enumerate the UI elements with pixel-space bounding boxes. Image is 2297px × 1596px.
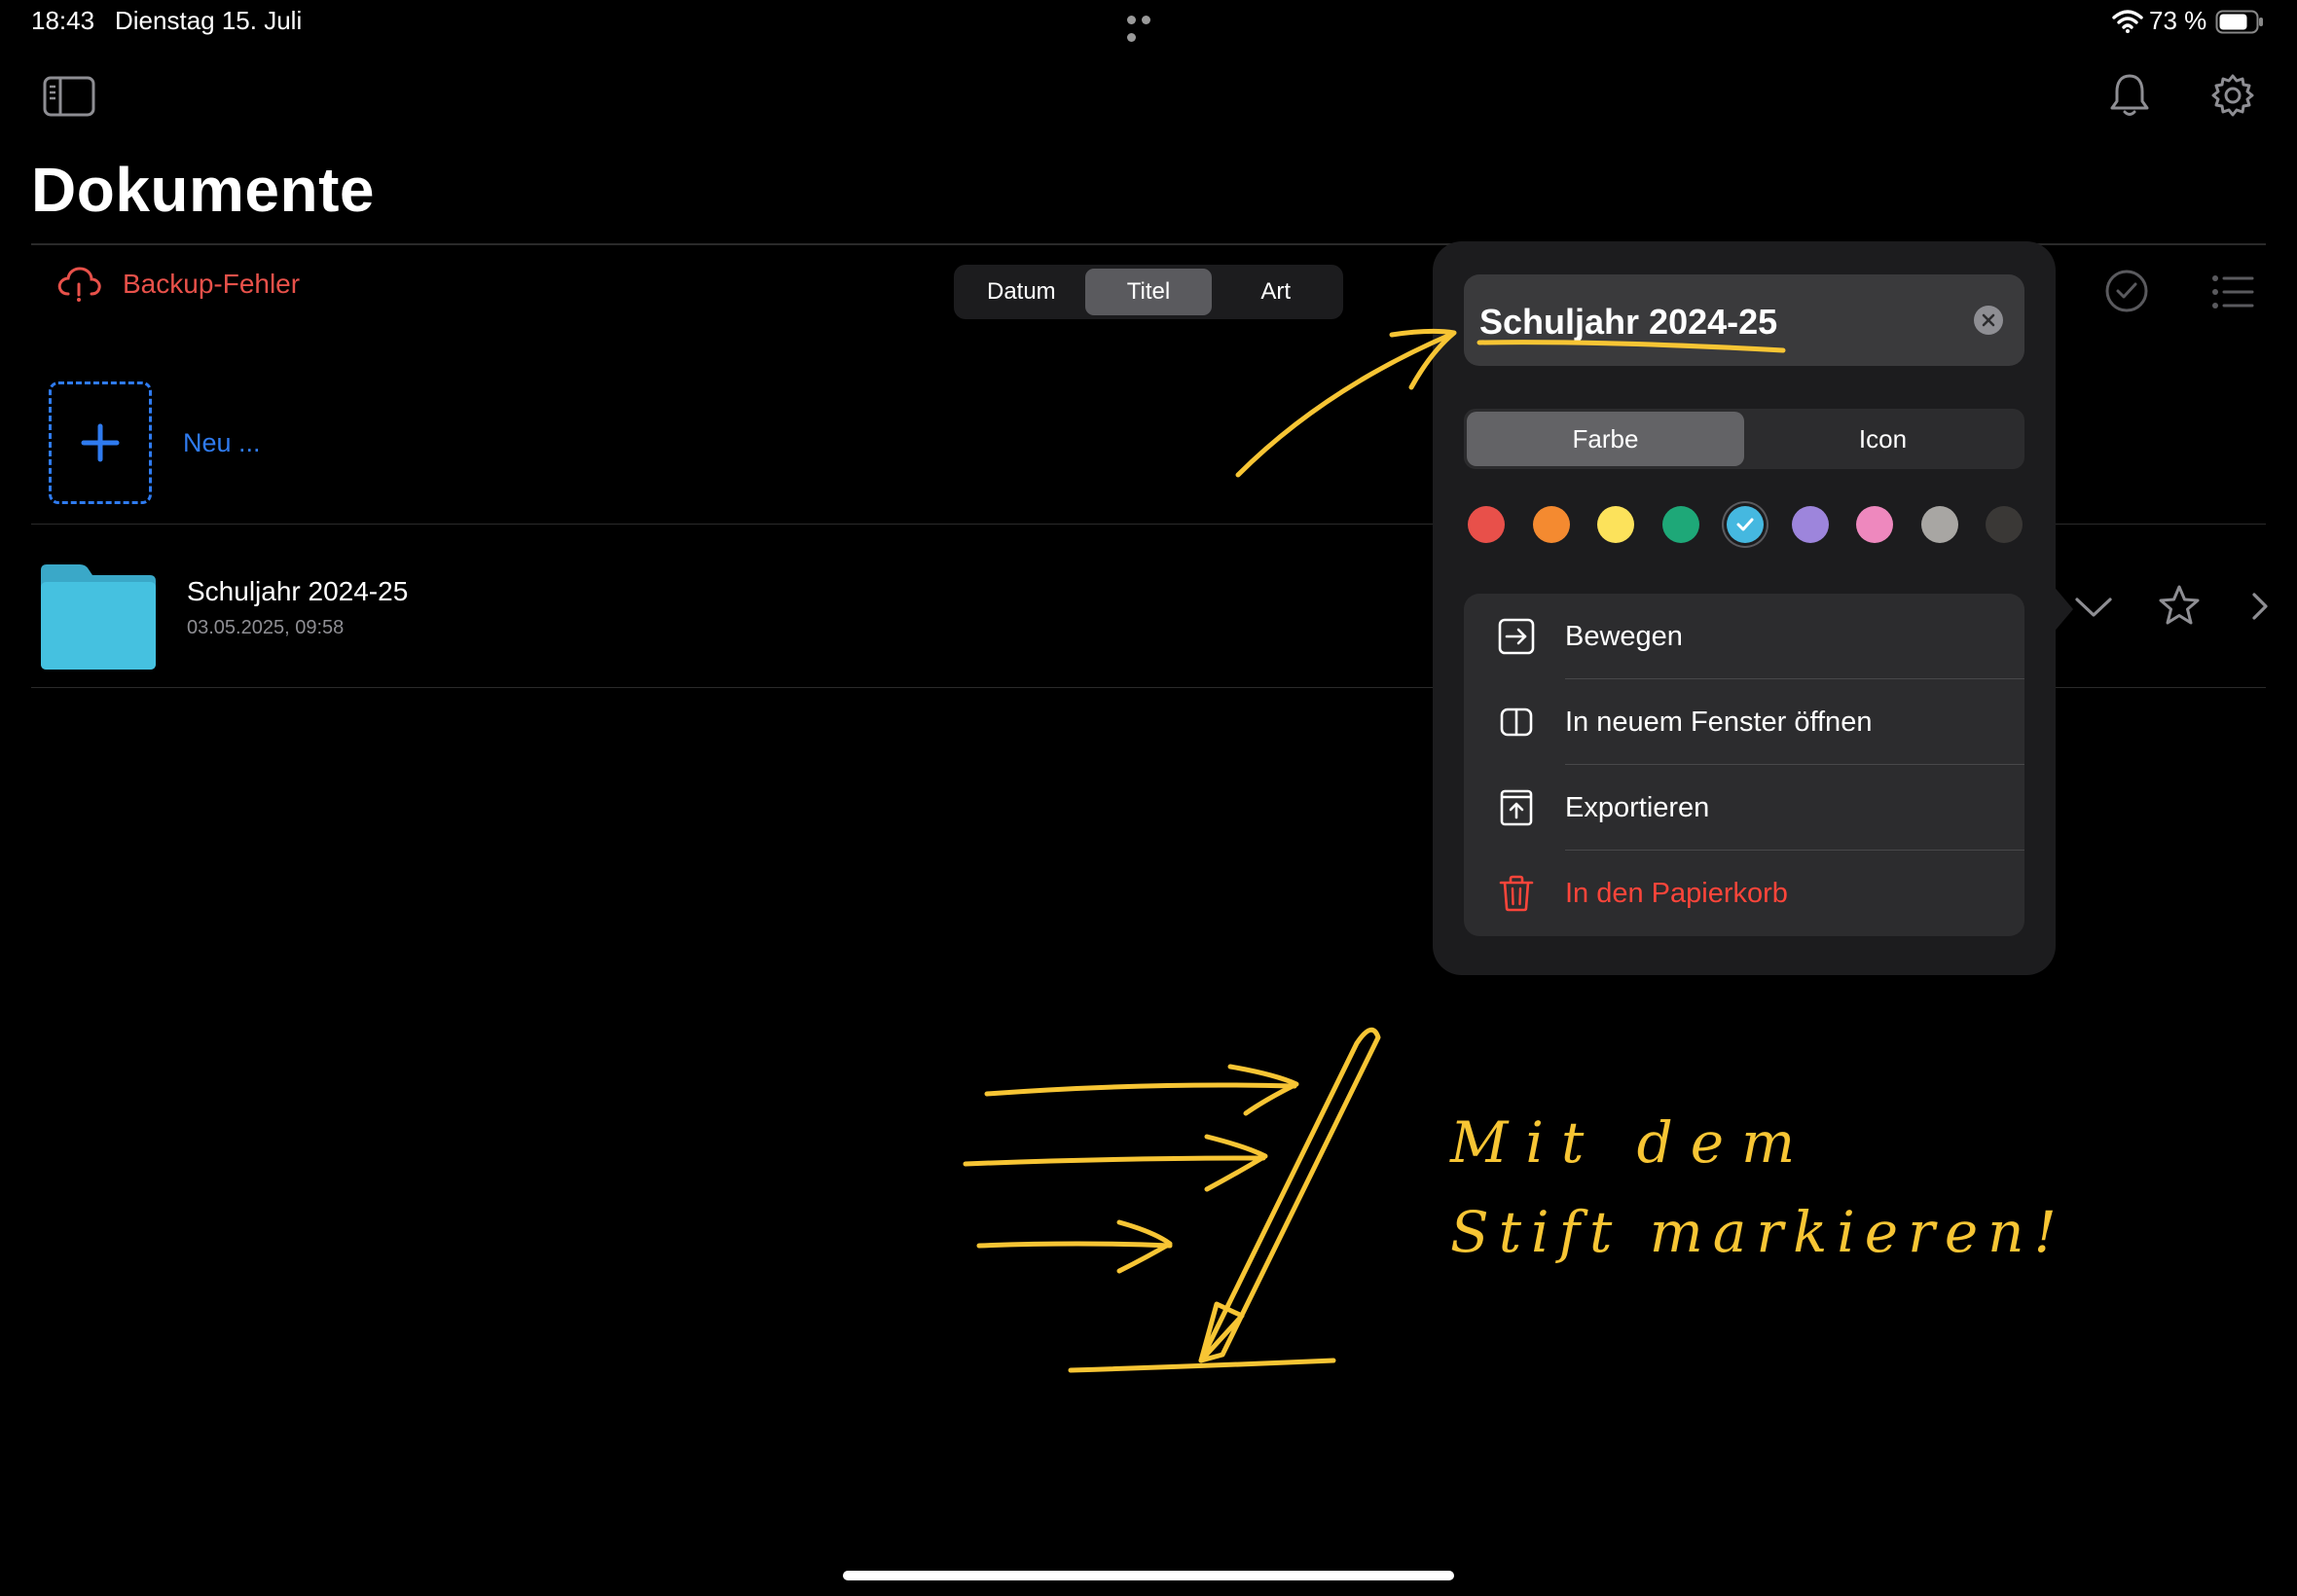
handwritten-line-2: Stift markieren! — [1450, 1199, 2066, 1265]
handwritten-annotation-strokes — [963, 328, 1786, 1373]
home-indicator[interactable] — [843, 1571, 1454, 1580]
handwritten-note: Mit dem Stift markieren! — [1450, 1109, 2066, 1265]
handwritten-line-1: Mit dem — [1450, 1109, 1813, 1176]
